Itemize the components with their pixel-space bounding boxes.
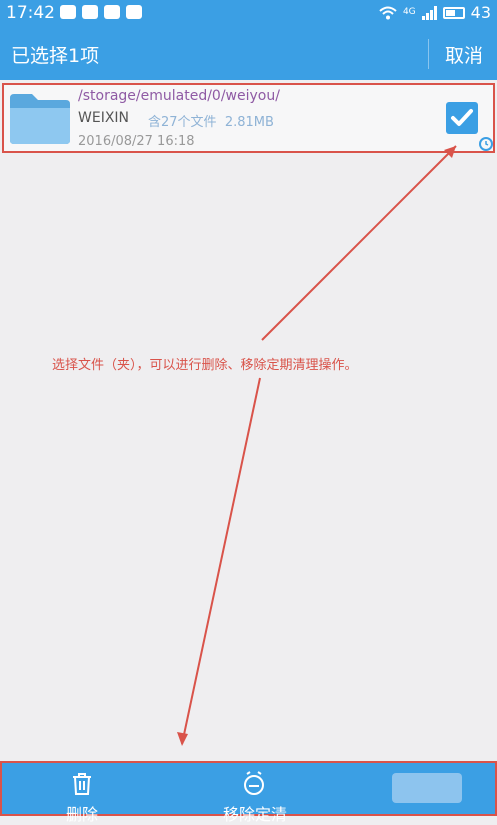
- battery-icon: [442, 6, 465, 19]
- app-bar: 已选择1项 取消: [0, 27, 497, 80]
- select-checkbox[interactable]: [446, 102, 478, 134]
- selection-title: 已选择1项: [11, 45, 100, 67]
- schedule-remove-icon: [244, 771, 264, 795]
- bottom-action-bar: 删除 移除定清: [0, 761, 497, 824]
- more-action-blurred[interactable]: [382, 763, 472, 818]
- trash-icon: [73, 773, 91, 795]
- folder-date: 2016/08/27 16:18: [78, 134, 195, 149]
- signal-icon: [421, 5, 437, 20]
- status-bar: 17:42 4G 43: [0, 0, 497, 27]
- appbar-divider: [428, 39, 429, 69]
- arrow-to-checkbox: [261, 145, 457, 341]
- folder-icon: [10, 94, 70, 144]
- wifi-icon: [379, 6, 397, 19]
- delete-button[interactable]: 删除: [52, 763, 112, 824]
- delete-label: 删除: [65, 805, 98, 824]
- status-time: 17:42: [6, 3, 55, 23]
- folder-name: WEIXIN: [78, 110, 130, 126]
- battery-level: 43: [470, 3, 491, 22]
- clock-icon: [479, 137, 493, 151]
- folder-meta: 含27个文件 2.81MB: [148, 111, 274, 130]
- remove-schedule-label: 移除定清: [222, 805, 287, 824]
- checkbox-icon: [451, 109, 473, 126]
- notification-icon: [60, 5, 76, 19]
- folder-size: 2.81MB: [224, 115, 274, 130]
- file-path: /storage/emulated/0/weiyou/: [78, 88, 280, 104]
- image-icon: [126, 5, 142, 19]
- message-icon: [82, 5, 98, 19]
- weibo-icon: [104, 5, 120, 19]
- network-type: 4G: [402, 7, 416, 17]
- cancel-button[interactable]: 取消: [445, 41, 483, 68]
- annotation-text: 选择文件（夹），可以进行删除、移除定期清理操作。: [52, 358, 358, 373]
- notification-icons: [60, 5, 142, 19]
- arrow-to-bottom-bar: [177, 377, 261, 746]
- blurred-area: [392, 773, 462, 803]
- status-right: 4G 43: [379, 3, 491, 22]
- file-count: 含27个文件: [148, 115, 217, 130]
- remove-schedule-button[interactable]: 移除定清: [205, 763, 305, 824]
- file-row[interactable]: /storage/emulated/0/weiyou/ WEIXIN 含27个文…: [2, 83, 495, 153]
